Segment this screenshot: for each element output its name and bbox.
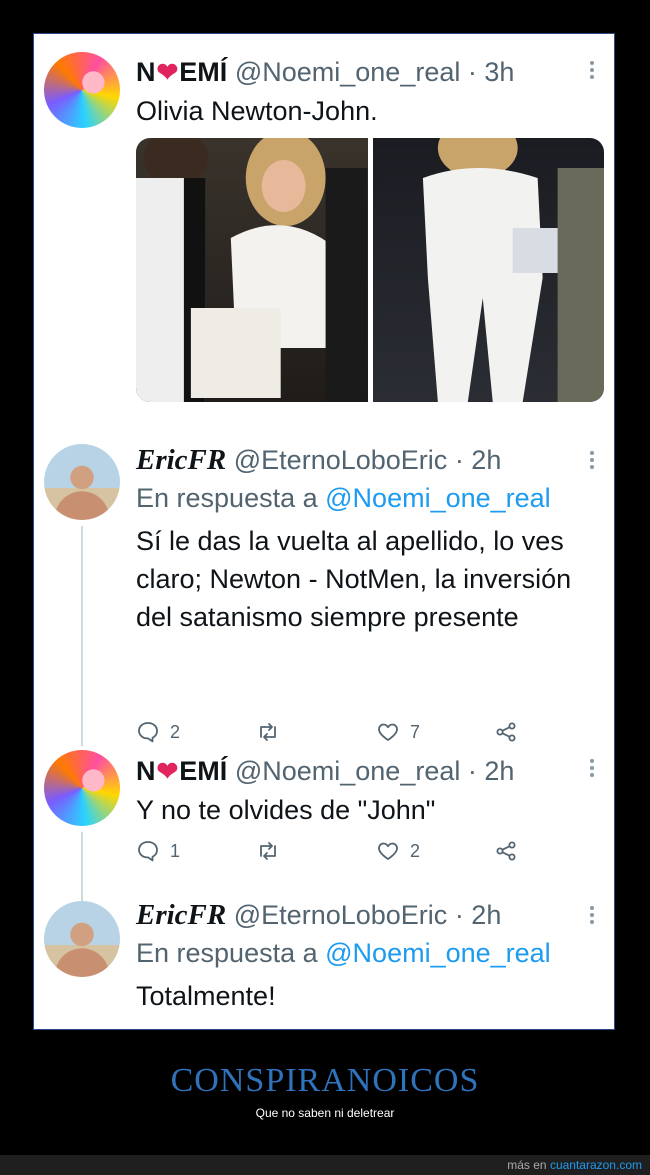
tweet-thread-card: N❤EMÍ @Noemi_one_real · 3h Olivia Newton… [33,33,615,1030]
tweet-actions: 2 7 [136,720,536,752]
retweet-button[interactable] [256,720,280,744]
display-name[interactable]: N❤EMÍ [136,756,227,786]
handle[interactable]: @Noemi_one_real [235,756,461,786]
handle[interactable]: @Noemi_one_real [235,57,461,87]
reply-prefix: En respuesta a [136,483,318,513]
like-icon [378,842,398,860]
heart-emoji-icon: ❤ [156,57,179,87]
handle[interactable]: @EternoLoboEric [234,445,448,475]
share-button[interactable] [494,839,518,863]
avatar-ericfr[interactable] [44,901,120,977]
photo-2[interactable] [372,138,604,402]
display-name[interactable]: N❤EMÍ [136,57,227,87]
share-button[interactable] [494,720,518,744]
caption-title: CONSPIRANOICOS [170,1062,480,1099]
display-name[interactable]: EricFR [136,444,226,476]
reply-prefix: En respuesta a [136,938,318,968]
reply-to-line: En respuesta a @Noemi_one_real [136,937,551,969]
media-grid[interactable] [136,138,604,402]
tweet-text: Y no te olvides de "John" [136,795,436,825]
retweet-button[interactable] [256,839,280,863]
thread-line [81,832,83,902]
caption-subtitle: Que no saben ni deletrear [255,1106,395,1120]
like-count: 2 [410,840,421,861]
timestamp[interactable]: · 2h [455,900,502,930]
tweet-text: Totalmente! [136,981,276,1011]
heart-emoji-icon: ❤ [156,756,179,786]
retweet-icon [260,842,276,860]
handle[interactable]: @EternoLoboEric [234,900,448,930]
tweet-header: N❤EMÍ @Noemi_one_real · 2h [136,755,514,787]
avatar-noemi[interactable] [44,750,120,826]
reply-icon [138,722,158,743]
tweet-actions: 1 2 [136,839,536,871]
reply-icon [138,841,158,862]
reply-button[interactable]: 2 [136,720,180,744]
tweet-header: N❤EMÍ @Noemi_one_real · 3h [136,56,514,88]
share-icon [496,722,516,742]
reply-handle-link[interactable]: @Noemi_one_real [325,938,551,968]
more-icon[interactable] [590,756,594,780]
photo-1[interactable] [136,138,368,402]
reply-count: 1 [170,840,181,861]
display-name[interactable]: EricFR [136,899,226,931]
reply-handle-link[interactable]: @Noemi_one_real [325,483,551,513]
footer-prefix: más en [507,1158,547,1172]
footer-text: más en cuantarazon.com [507,1158,642,1172]
more-icon[interactable] [590,58,594,82]
reply-button[interactable]: 1 [136,839,180,863]
more-icon[interactable] [590,903,594,927]
footer-site-link[interactable]: cuantarazon.com [550,1158,642,1172]
timestamp[interactable]: · 2h [455,445,502,475]
tweet-text: Olivia Newton-John. [136,96,378,126]
retweet-icon [260,723,276,741]
meme-caption: CONSPIRANOICOS Que no saben ni deletrear [0,1062,650,1120]
timestamp[interactable]: · 2h [468,756,515,786]
like-button[interactable]: 2 [376,839,420,863]
like-count: 7 [410,721,421,742]
footer-bar: más en cuantarazon.com [0,1155,650,1175]
reply-to-line: En respuesta a @Noemi_one_real [136,482,551,514]
avatar-ericfr[interactable] [44,444,120,520]
tweet-text: Sí le das la vuelta al apellido, lo ves … [136,526,572,632]
timestamp[interactable]: · 3h [468,57,515,87]
share-icon [496,841,516,861]
reply-count: 2 [170,721,181,742]
like-icon [378,723,398,741]
thread-line [81,526,83,746]
tweet-header: EricFR @EternoLoboEric · 2h [136,899,501,931]
avatar-noemi[interactable] [44,52,120,128]
like-button[interactable]: 7 [376,720,420,744]
more-icon[interactable] [590,448,594,472]
tweet-header: EricFR @EternoLoboEric · 2h [136,444,501,476]
